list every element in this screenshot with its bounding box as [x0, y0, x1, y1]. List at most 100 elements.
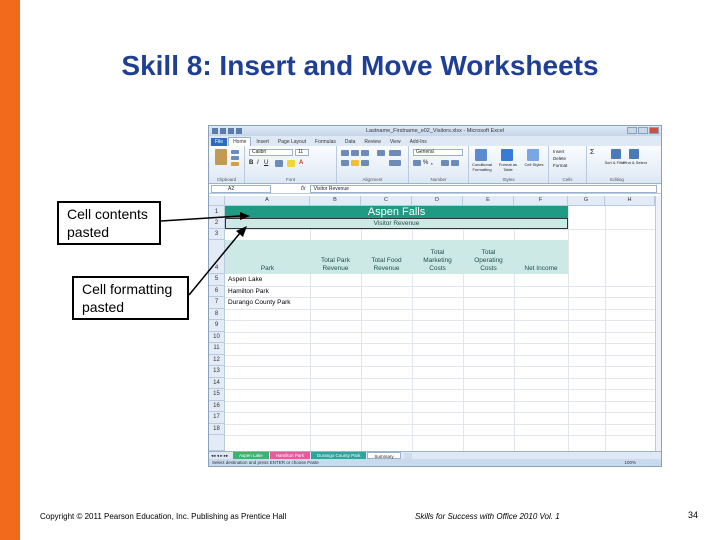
column-header-f[interactable]: F: [514, 196, 568, 206]
column-header-h[interactable]: H: [605, 196, 655, 206]
tab-data[interactable]: Data: [341, 138, 360, 146]
header-total-marketing-0[interactable]: Total: [412, 249, 463, 257]
row-header[interactable]: 6: [209, 285, 225, 297]
header-total-operating-0[interactable]: Total: [463, 249, 514, 257]
comma-icon[interactable]: ,: [431, 160, 433, 166]
row-header[interactable]: 1: [209, 206, 225, 218]
underline-icon[interactable]: U: [264, 160, 268, 166]
sheet-title-cell[interactable]: Aspen Falls: [225, 206, 568, 218]
row-header[interactable]: 11: [209, 343, 225, 355]
cell-styles-icon[interactable]: [527, 149, 539, 161]
orientation-icon[interactable]: [377, 150, 385, 156]
row-header[interactable]: 7: [209, 297, 225, 309]
tab-formulas[interactable]: Formulas: [311, 138, 340, 146]
column-header-g[interactable]: G: [568, 196, 605, 206]
conditional-formatting-icon[interactable]: [475, 149, 487, 161]
sheet-tab-summary[interactable]: Summary: [367, 452, 401, 459]
column-header-b[interactable]: B: [310, 196, 361, 206]
header-total-park-1[interactable]: Total Park: [310, 257, 361, 265]
borders-icon[interactable]: [275, 160, 283, 167]
increase-decimal-icon[interactable]: [441, 160, 449, 166]
select-all-corner[interactable]: [209, 196, 225, 206]
align-left-icon[interactable]: [341, 160, 349, 166]
header-net-income[interactable]: Net Income: [514, 265, 568, 273]
wrap-text-icon[interactable]: [389, 150, 401, 156]
column-header-e[interactable]: E: [463, 196, 514, 206]
zoom-level[interactable]: 100%: [624, 459, 636, 466]
row-header[interactable]: 10: [209, 331, 225, 343]
fx-icon[interactable]: fx: [301, 186, 306, 192]
close-button[interactable]: [649, 127, 659, 134]
align-right-icon[interactable]: [361, 160, 369, 166]
delete-cells-button[interactable]: Delete: [553, 156, 566, 161]
font-color-icon[interactable]: A: [299, 160, 303, 166]
find-select-icon[interactable]: [629, 149, 639, 159]
tab-add-ins[interactable]: Add-Ins: [406, 138, 431, 146]
number-format-box[interactable]: General: [413, 149, 463, 156]
font-size-box[interactable]: 11: [295, 149, 309, 156]
minimize-button[interactable]: [627, 127, 637, 134]
align-bottom-icon[interactable]: [361, 150, 369, 156]
sheet-tab-durango-county-park[interactable]: Durango County Park: [311, 452, 367, 459]
merge-center-icon[interactable]: [389, 160, 401, 166]
column-header-d[interactable]: D: [412, 196, 463, 206]
bold-icon[interactable]: B: [249, 160, 253, 166]
column-header-c[interactable]: C: [361, 196, 412, 206]
percent-icon[interactable]: %: [423, 160, 428, 166]
copy-icon[interactable]: [231, 156, 239, 160]
format-painter-icon[interactable]: [231, 162, 239, 166]
italic-icon[interactable]: I: [257, 160, 259, 166]
tab-insert[interactable]: Insert: [252, 138, 273, 146]
row-header[interactable]: 15: [209, 389, 225, 401]
tab-page-layout[interactable]: Page Layout: [274, 138, 310, 146]
park-cell[interactable]: Aspen Lake: [228, 276, 262, 283]
column-header-a[interactable]: A: [225, 196, 310, 206]
name-box[interactable]: A2: [211, 184, 271, 193]
sort-filter-icon[interactable]: [611, 149, 621, 159]
format-as-table-icon[interactable]: [501, 149, 513, 161]
font-name-box[interactable]: Calibri: [249, 149, 293, 156]
park-cell[interactable]: Hamilton Park: [228, 288, 269, 295]
align-top-icon[interactable]: [341, 150, 349, 156]
row-header[interactable]: 8: [209, 308, 225, 320]
cut-icon[interactable]: [231, 150, 239, 154]
row-header[interactable]: 4: [209, 240, 225, 274]
tab-home[interactable]: Home: [228, 137, 252, 146]
tab-view[interactable]: View: [386, 138, 405, 146]
row-header[interactable]: 5: [209, 274, 225, 286]
sheet-tab-hamilton-park[interactable]: Hamilton Park: [269, 452, 311, 459]
row-header[interactable]: 12: [209, 354, 225, 366]
center-icon[interactable]: [351, 160, 359, 166]
tab-file[interactable]: File: [211, 138, 228, 146]
window-controls: [627, 127, 659, 134]
row-header[interactable]: 16: [209, 400, 225, 412]
sheet-subtitle-cell[interactable]: Visitor Revenue: [225, 218, 568, 229]
align-middle-icon[interactable]: [351, 150, 359, 156]
autosum-icon[interactable]: Σ: [590, 149, 594, 156]
format-cells-button[interactable]: Format: [553, 163, 567, 168]
insert-worksheet-icon[interactable]: [403, 452, 412, 459]
decrease-decimal-icon[interactable]: [451, 160, 459, 166]
vertical-scrollbar[interactable]: [655, 196, 661, 451]
row-header[interactable]: 14: [209, 377, 225, 389]
row-header[interactable]: 2: [209, 218, 225, 229]
maximize-button[interactable]: [638, 127, 648, 134]
sheet-tab-aspen-lake[interactable]: Aspen Lake: [233, 452, 269, 459]
currency-icon[interactable]: [413, 160, 421, 166]
paste-icon[interactable]: [215, 149, 227, 165]
row-header[interactable]: 18: [209, 423, 225, 435]
row-header[interactable]: 13: [209, 366, 225, 378]
header-park[interactable]: Park: [225, 265, 310, 273]
group-label: Editing: [610, 177, 624, 182]
tab-review[interactable]: Review: [360, 138, 384, 146]
insert-cells-button[interactable]: Insert: [553, 149, 564, 154]
callout-cell-contents: Cell contents pasted: [57, 201, 161, 245]
row-header[interactable]: 17: [209, 412, 225, 424]
formula-input[interactable]: Visitor Revenue: [309, 184, 657, 193]
header-total-food-1[interactable]: Total Food: [361, 257, 412, 265]
row-header[interactable]: 9: [209, 320, 225, 332]
row-header[interactable]: 3: [209, 229, 225, 240]
park-cell[interactable]: Durango County Park: [228, 299, 291, 306]
fill-color-icon[interactable]: [287, 160, 295, 167]
sheet-nav-arrows[interactable]: ◂◂ ◂ ▸ ▸▸: [209, 453, 233, 459]
